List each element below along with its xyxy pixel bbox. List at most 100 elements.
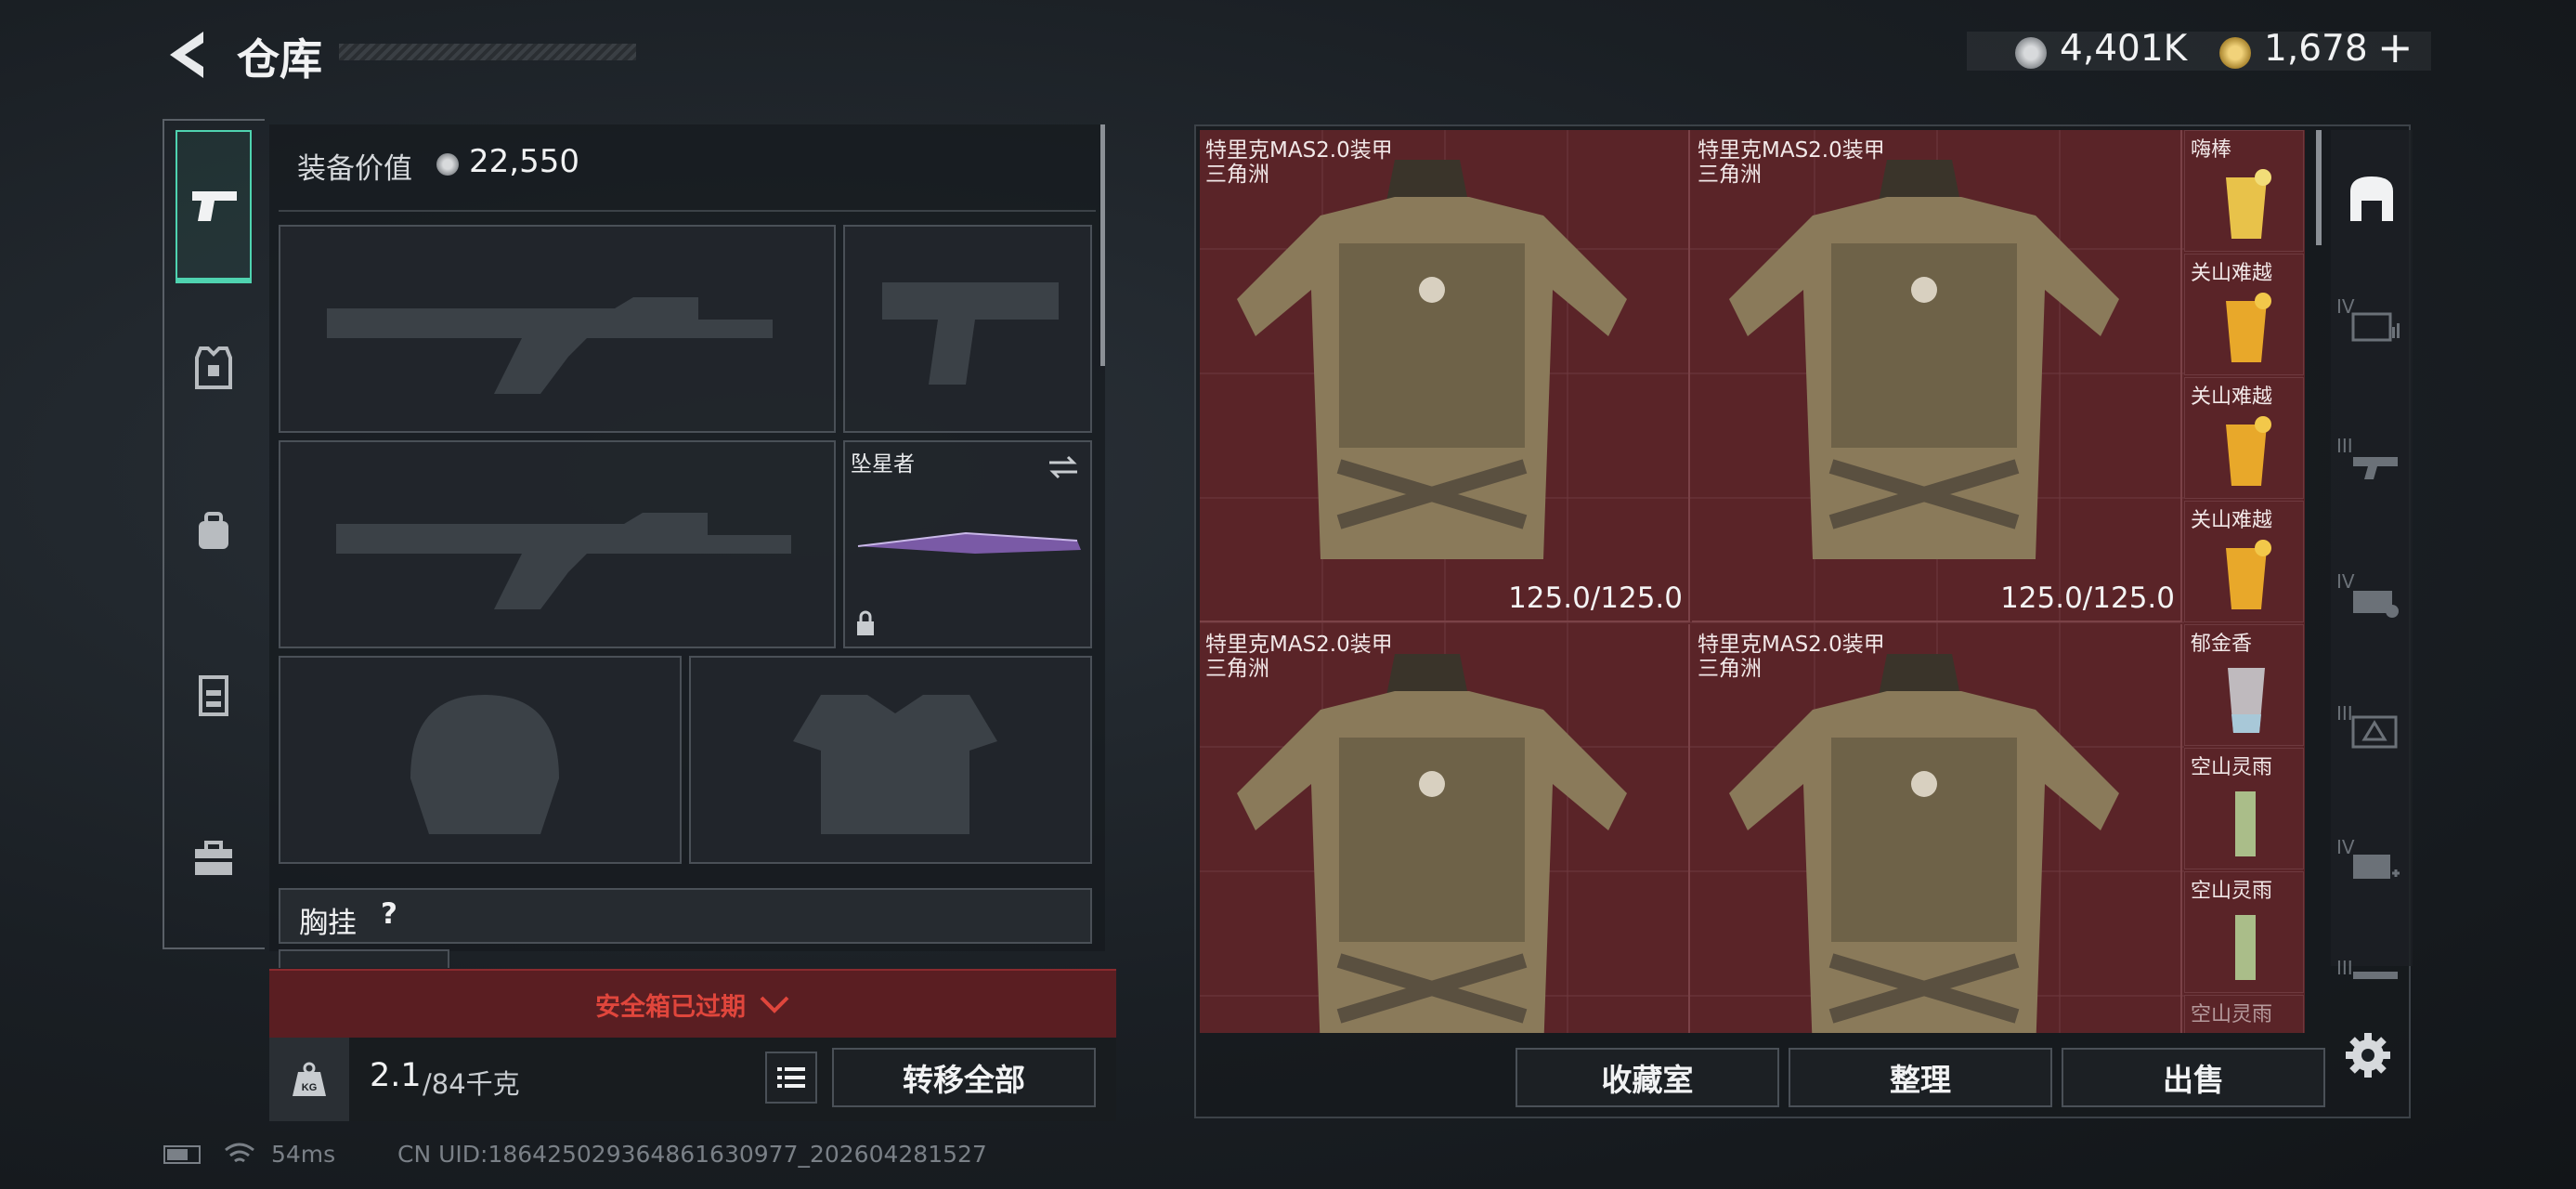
weapon-part-icon xyxy=(2353,457,2398,479)
armor-plate-icon xyxy=(2351,715,2398,749)
drink-item-3[interactable]: 关山难越 xyxy=(2184,377,2304,499)
cocktail-icon xyxy=(2235,915,2256,980)
safe-box-expired-text: 安全箱已过期 xyxy=(595,992,746,1022)
back-arrow-icon xyxy=(170,32,203,78)
tab-category-2[interactable]: III xyxy=(2336,427,2411,492)
tab-weapons[interactable] xyxy=(176,130,252,283)
knife-icon xyxy=(857,531,1081,554)
currency-silver: 4,401K xyxy=(2060,28,2188,70)
armor-vest-icon xyxy=(1729,160,2119,559)
drink-item-1[interactable]: 嗨棒 xyxy=(2184,130,2304,252)
armor-vest-icon xyxy=(1729,654,2119,1033)
chevron-down-icon xyxy=(760,996,789,1013)
armor-item-2[interactable]: 特里克MAS2.0装甲 三角洲 125.0/125.0 xyxy=(1692,130,2182,622)
lock-icon xyxy=(857,610,874,635)
help-icon[interactable]: ? xyxy=(381,897,397,931)
ping-text: 54ms xyxy=(271,1141,336,1168)
rifle-silhouette-icon xyxy=(336,513,791,609)
drink-item-2[interactable]: 关山难越 xyxy=(2184,254,2304,375)
battery-icon xyxy=(163,1145,201,1164)
add-currency-button[interactable]: + xyxy=(2377,22,2413,72)
equipment-value-label: 装备价值 xyxy=(297,152,412,186)
swap-icon[interactable] xyxy=(1046,453,1081,481)
page-title: 仓库 xyxy=(237,34,322,85)
sidearm-slot[interactable] xyxy=(843,225,1092,433)
tab-category-5[interactable]: IV xyxy=(2336,829,2411,894)
collection-room-button[interactable]: 收藏室 xyxy=(1516,1048,1779,1107)
transfer-all-button[interactable]: 转移全部 xyxy=(832,1048,1096,1107)
drink-column: 嗨棒 关山难越 关山难越 关山难越 郁金香 空山灵雨 空山灵雨 空山灵雨 xyxy=(2184,130,2305,1033)
folder-icon xyxy=(2351,312,2400,342)
drink-name: 关山难越 xyxy=(2191,509,2273,532)
tab-safe-box[interactable] xyxy=(184,829,243,888)
tab-category-1[interactable]: IV xyxy=(2336,288,2411,353)
loadout-scrollbar[interactable] xyxy=(1100,124,1105,366)
sell-button[interactable]: 出售 xyxy=(2062,1048,2325,1107)
cocktail-icon xyxy=(2226,293,2271,362)
armor-durability: 125.0/125.0 xyxy=(2000,581,2175,615)
coin-silver-icon xyxy=(2015,37,2047,69)
weight-kg-icon: KG xyxy=(293,1062,326,1096)
vest-silhouette-icon xyxy=(793,695,997,834)
backpack-icon xyxy=(199,512,228,549)
equipment-value: 22,550 xyxy=(469,143,579,180)
drink-item-5[interactable]: 郁金香 xyxy=(2184,624,2304,746)
safe-box-expired-banner[interactable]: 安全箱已过期 xyxy=(269,969,1116,1038)
weapon-part-icon xyxy=(2353,972,2398,979)
gear-icon xyxy=(2346,1033,2390,1078)
drink-item-6[interactable]: 空山灵雨 xyxy=(2184,748,2304,869)
drink-name: 关山难越 xyxy=(2191,385,2273,409)
armor-item-3[interactable]: 特里克MAS2.0装甲 三角洲 xyxy=(1200,624,1690,1033)
chest-rig-icon xyxy=(199,675,228,716)
drink-name: 空山灵雨 xyxy=(2191,880,2273,903)
armor-vest-icon xyxy=(1237,160,1627,559)
armor-vest-icon xyxy=(1237,654,1627,1033)
cocktail-icon xyxy=(2226,540,2271,609)
list-icon xyxy=(777,1067,805,1088)
melee-slot[interactable]: 坠星者 xyxy=(843,440,1092,648)
tab-backpack[interactable] xyxy=(184,502,243,561)
tab-category-4[interactable]: III xyxy=(2336,695,2411,760)
tab-category-3[interactable]: IV xyxy=(2336,563,2411,628)
coin-gold-icon xyxy=(2219,37,2251,69)
wifi-icon xyxy=(225,1143,254,1163)
uid-text: CN UID:18642502936486163097​7_2026042815… xyxy=(397,1141,987,1168)
title-decoration xyxy=(339,44,636,60)
chest-rig-slot-partial[interactable] xyxy=(279,949,449,968)
armor-item-4[interactable]: 特里克MAS2.0装甲 三角洲 xyxy=(1692,624,2182,1033)
svg-text:KG: KG xyxy=(302,1082,318,1093)
cocktail-icon xyxy=(2226,169,2271,239)
secondary-weapon-slot[interactable] xyxy=(279,440,836,648)
stash-scrollbar[interactable] xyxy=(2316,130,2322,245)
tab-armor[interactable] xyxy=(184,338,243,398)
settings-button[interactable] xyxy=(2338,1026,2398,1085)
back-button[interactable] xyxy=(163,28,211,82)
warehouse-icon xyxy=(2350,176,2393,221)
body-armor-slot[interactable] xyxy=(689,656,1092,864)
tab-all[interactable] xyxy=(2331,158,2413,238)
stash-grid: 特里克MAS2.0装甲 三角洲 125.0/125.0 特里克MAS2.0装甲 … xyxy=(1200,130,2305,1033)
primary-weapon-slot[interactable] xyxy=(279,225,836,433)
pistol-silhouette-icon xyxy=(882,282,1059,385)
tab-category-6[interactable]: III xyxy=(2336,953,2411,990)
list-view-button[interactable] xyxy=(765,1052,817,1104)
armor-vest-icon xyxy=(195,346,232,389)
drink-item-4[interactable]: 关山难越 xyxy=(2184,501,2304,622)
helmet-slot[interactable] xyxy=(279,656,682,864)
drink-name: 空山灵雨 xyxy=(2191,1003,2273,1026)
drink-item-7[interactable]: 空山灵雨 xyxy=(2184,871,2304,993)
chest-rig-label: 胸挂 xyxy=(299,907,357,940)
drink-item-8[interactable]: 空山灵雨 xyxy=(2184,995,2304,1033)
sort-button[interactable]: 整理 xyxy=(1789,1048,2052,1107)
tab-chest-rig[interactable] xyxy=(184,665,243,725)
chest-rig-header[interactable]: 胸挂 ? xyxy=(279,888,1092,944)
helmet-silhouette-icon xyxy=(410,695,559,834)
drink-name: 空山灵雨 xyxy=(2191,756,2273,779)
ammo-box-icon xyxy=(2353,591,2399,618)
weight-icon-box: KG xyxy=(269,1038,349,1121)
drink-name: 关山难越 xyxy=(2191,262,2273,285)
weight-current: 2.1 xyxy=(370,1057,422,1094)
cocktail-icon xyxy=(2228,668,2265,733)
weight-max: /84千克 xyxy=(423,1068,520,1100)
armor-item-1[interactable]: 特里克MAS2.0装甲 三角洲 125.0/125.0 xyxy=(1200,130,1690,622)
